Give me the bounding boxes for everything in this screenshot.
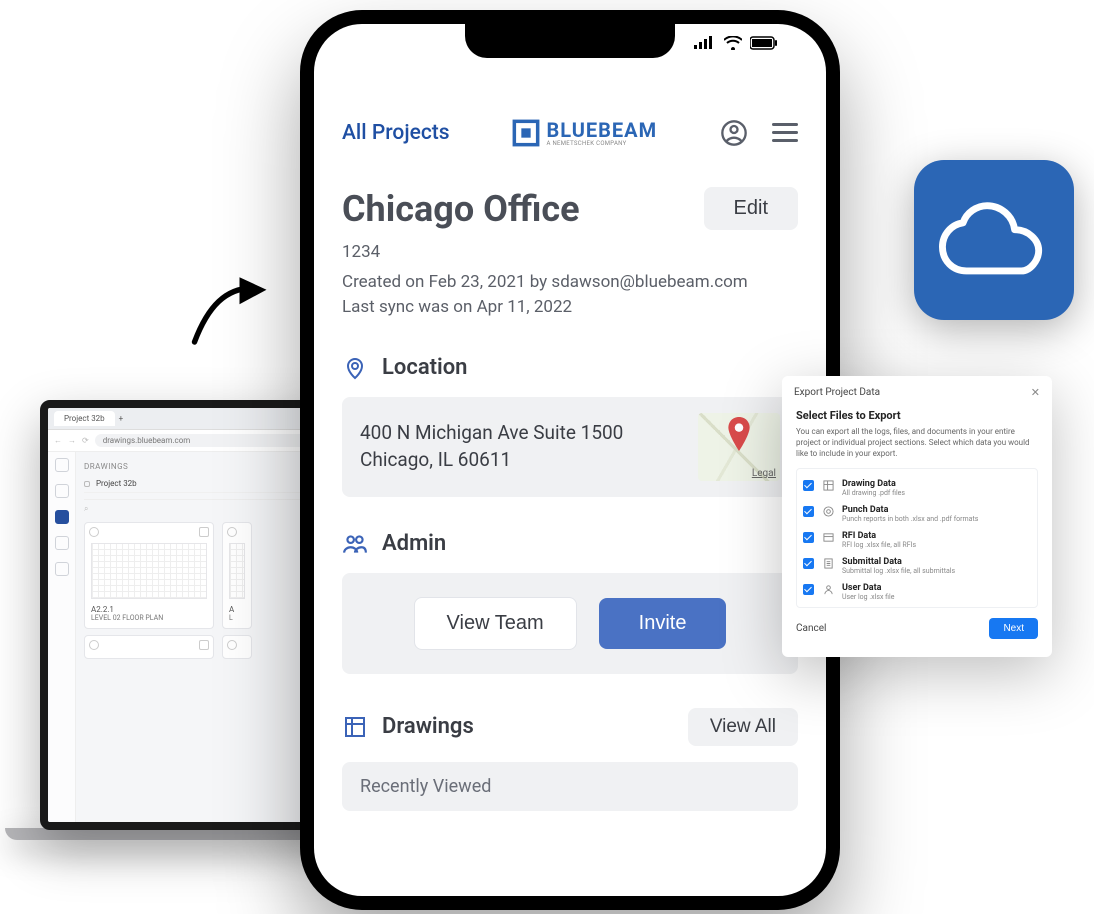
sidebar-icon-5[interactable] [55,562,69,576]
browser-tab[interactable]: Project 32b [54,411,115,426]
dialog-description: You can export all the logs, files, and … [796,426,1038,460]
user-icon [822,584,834,596]
export-item-punch[interactable]: Punch DataPunch reports in both .xlsx an… [803,501,1031,527]
add-tab[interactable]: + [119,414,124,423]
status-bar [694,36,778,50]
address-line1: 400 N Michigan Ave Suite 1500 [360,420,684,447]
brand-logo: BLUEBEAM A NEMETSCHEK COMPANY [512,118,657,147]
section-admin: Admin View Team Invite [342,531,798,674]
cancel-button[interactable]: Cancel [796,623,826,634]
drawing-code: A2.2.1 [91,605,207,614]
users-icon [342,531,368,557]
check-circle-icon [89,527,99,537]
search-icon[interactable]: ⌕ [84,504,88,514]
share-arrow-icon [190,270,280,360]
menu-icon[interactable] [772,123,798,142]
checkbox-icon[interactable] [803,584,814,595]
drawing-card-below[interactable] [84,635,214,659]
account-icon[interactable] [720,119,748,147]
rfi-icon [822,532,834,544]
drawings-icon [342,714,368,740]
map-thumbnail[interactable]: Legal [698,413,780,481]
map-pin-icon [726,417,752,451]
edit-button[interactable]: Edit [704,187,798,230]
project-row[interactable]: Project 32b [84,475,334,493]
location-label: Location [382,355,467,380]
all-projects-link[interactable]: All Projects [342,121,450,145]
section-heading: DRAWINGS [84,458,334,475]
next-button[interactable]: Next [989,618,1038,639]
nav-back-icon[interactable]: ← [54,436,62,445]
nav-reload-icon[interactable]: ⟳ [82,436,89,445]
edit-icon [199,527,209,537]
project-sync: Last sync was on Apr 11, 2022 [342,295,798,321]
map-legal-link[interactable]: Legal [752,468,776,479]
invite-button[interactable]: Invite [599,598,727,649]
cloud-icon [939,200,1049,280]
cloud-badge [914,160,1074,320]
submittal-icon [822,558,834,570]
location-card[interactable]: 400 N Michigan Ave Suite 1500 Chicago, I… [342,397,798,497]
section-drawings: Drawings View All Recently Viewed [342,708,798,811]
browser-tabbar: Project 32b + [48,408,342,430]
export-item-drawing[interactable]: Drawing DataAll drawing .pdf files [803,475,1031,501]
punch-icon [822,506,834,518]
drawing-card-peek[interactable]: A L [222,522,252,629]
export-item-rfi[interactable]: RFI DataRFI log .xlsx file, all RFIs [803,527,1031,553]
checkbox-icon[interactable] [803,480,814,491]
cellular-icon [694,36,716,50]
drawing-title: LEVEL 02 FLOOR PLAN [91,614,207,622]
export-item-user[interactable]: User DataUser log .xlsx file [803,579,1031,605]
checkbox-icon[interactable] [803,506,814,517]
bluebeam-mark-icon [512,119,540,147]
section-location: Location 400 N Michigan Ave Suite 1500 C… [342,355,798,497]
view-all-button[interactable]: View All [688,708,798,746]
brand-text: BLUEBEAM [546,118,657,142]
dialog-title: Export Project Data [794,387,880,398]
drawing-card-below-peek[interactable] [222,635,252,659]
wifi-icon [724,36,742,50]
project-title: Chicago Office [342,188,580,230]
floorplan-thumb [91,543,207,599]
laptop-sidebar [48,452,76,822]
project-created: Created on Feb 23, 2021 by sdawson@blueb… [342,270,798,296]
view-team-button[interactable]: View Team [414,597,577,650]
phone-screen: All Projects BLUEBEAM A NEMETSCHEK COMPA… [314,24,826,896]
project-name: Project 32b [96,479,137,488]
file-icon [822,480,834,492]
battery-icon [750,36,778,50]
project-id: 1234 [342,240,798,266]
export-item-submittal[interactable]: Submittal DataSubmittal log .xlsx file, … [803,553,1031,579]
checkbox-icon[interactable] [803,532,814,543]
drawings-label: Drawings [382,714,474,739]
phone-notch [465,24,675,58]
browser-addressbar: ← → ⟳ drawings.bluebeam.com [48,430,342,452]
location-pin-icon [342,355,368,381]
address-line2: Chicago, IL 60611 [360,447,684,474]
sidebar-icon-active[interactable] [55,510,69,524]
close-icon[interactable]: ✕ [1031,386,1040,399]
export-dialog: Export Project Data ✕ Select Files to Ex… [782,376,1052,657]
sidebar-icon-1[interactable] [55,458,69,472]
checkbox-icon[interactable] [803,558,814,569]
sidebar-icon-2[interactable] [55,484,69,498]
drawing-card[interactable]: A2.2.1 LEVEL 02 FLOOR PLAN [84,522,214,629]
nav-fwd-icon[interactable]: → [68,436,76,445]
phone-mock: All Projects BLUEBEAM A NEMETSCHEK COMPA… [300,10,840,910]
dialog-subtitle: Select Files to Export [796,409,1038,422]
recently-viewed-card[interactable]: Recently Viewed [342,762,798,811]
admin-label: Admin [382,531,446,556]
sidebar-icon-4[interactable] [55,536,69,550]
admin-card: View Team Invite [342,573,798,674]
export-options-list: Drawing DataAll drawing .pdf files Punch… [796,468,1038,608]
